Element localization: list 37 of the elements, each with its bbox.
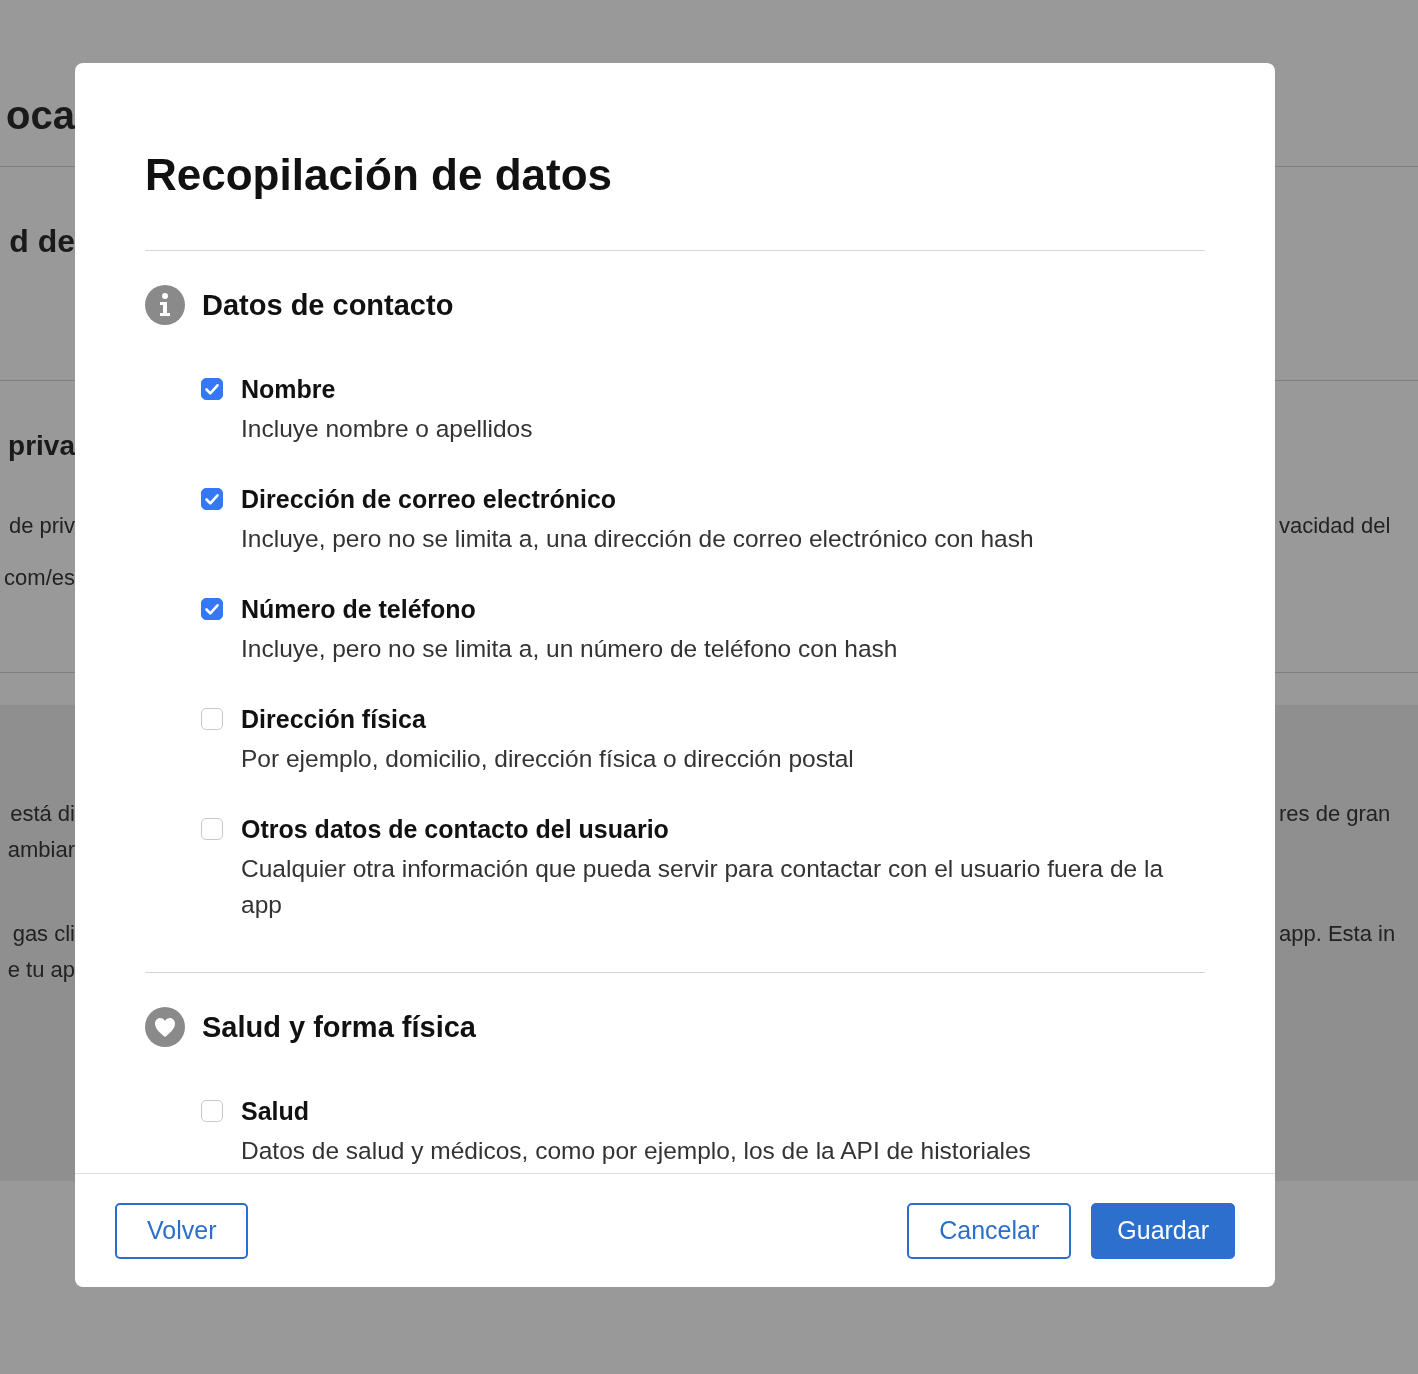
option-label: Salud bbox=[241, 1096, 311, 1126]
option-label: Dirección de correo electrónico bbox=[241, 484, 618, 514]
background-text: ambiar bbox=[7, 836, 75, 864]
checkbox[interactable] bbox=[201, 818, 223, 840]
checkbox[interactable] bbox=[201, 598, 223, 620]
background-text: d de bbox=[9, 222, 75, 261]
option-label: Número de teléfono bbox=[241, 594, 477, 624]
secondary-button[interactable]: Volver bbox=[115, 1202, 249, 1259]
background-text: de priv bbox=[8, 512, 75, 540]
checkbox[interactable] bbox=[201, 378, 223, 400]
option-label: Otros datos de contacto del usuario bbox=[241, 814, 670, 844]
option-label: Dirección física bbox=[241, 704, 427, 734]
checkbox[interactable] bbox=[201, 1100, 223, 1122]
option-description: Incluye, pero no se limita a, un número de teléfono con hash bbox=[241, 634, 898, 664]
secondary-button[interactable]: Cancelar bbox=[907, 1202, 1072, 1259]
option-label: Nombre bbox=[241, 374, 337, 404]
option-description: Cualquier otra información que pueda servir para contactar con el usuario fuera de la app bbox=[241, 854, 1164, 920]
background-text: e tu ap bbox=[7, 956, 75, 984]
background-text: oca bbox=[6, 92, 75, 139]
dialog-title: Recopilación de datos bbox=[145, 149, 613, 201]
background-text: priva bbox=[8, 429, 75, 463]
info-icon bbox=[145, 285, 185, 325]
background-text: está di bbox=[10, 800, 75, 828]
checkbox[interactable] bbox=[201, 708, 223, 730]
option-description: Incluye nombre o apellidos bbox=[241, 414, 533, 444]
option-description: Datos de salud y médicos, como por ejemplo, los de la API de historiales bbox=[241, 1136, 1031, 1166]
background-text: res de gran bbox=[1279, 801, 1391, 826]
background-text: app. Esta in bbox=[1279, 921, 1396, 946]
option-description: Por ejemplo, domicilio, dirección física o dirección postal bbox=[241, 744, 854, 774]
primary-button[interactable]: Guardar bbox=[1091, 1202, 1235, 1259]
background-text: gas cli bbox=[12, 920, 75, 948]
section-title: Salud y forma física bbox=[202, 1010, 476, 1044]
section-title: Datos de contacto bbox=[202, 288, 454, 322]
option-description: Incluye, pero no se limita a, una dirección de correo electrónico con hash bbox=[241, 524, 1034, 554]
background-text: vacidad del bbox=[1279, 513, 1391, 538]
checkbox[interactable] bbox=[201, 488, 223, 510]
background-text: com/es bbox=[4, 564, 75, 592]
